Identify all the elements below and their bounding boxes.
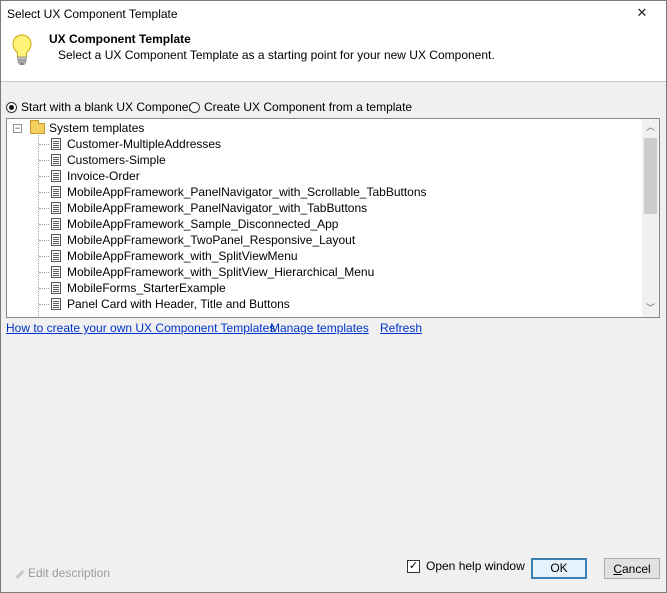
tree-connector — [39, 256, 49, 257]
collapse-icon[interactable]: − — [13, 124, 22, 133]
tree-item[interactable]: MobileAppFramework_Sample_Disconnected_A… — [51, 216, 338, 232]
edit-description-button[interactable]: Edit description — [14, 566, 110, 580]
tree-root-system-templates[interactable]: System templates — [30, 119, 145, 136]
manage-templates-link[interactable]: Manage templates — [270, 321, 369, 335]
tree-connector — [39, 240, 49, 241]
tree-item-label: MobileAppFramework_PanelNavigator_with_T… — [67, 201, 368, 215]
tree-item-label: MobileAppFramework_with_SplitView_Hierar… — [67, 265, 375, 279]
tree-item-label: MobileAppFramework_Sample_Disconnected_A… — [67, 217, 339, 231]
tree-item-label: MobileForms_StarterExample — [67, 281, 226, 295]
template-component-option[interactable]: Create UX Component from a template — [189, 100, 412, 114]
template-file-icon — [51, 170, 61, 182]
template-file-icon — [51, 250, 61, 262]
tree-item[interactable]: MobileAppFramework_PanelNavigator_with_S… — [51, 184, 427, 200]
blank-component-option[interactable]: Start with a blank UX Component — [6, 100, 198, 114]
tree-item-label: Panel Card with Header, Title and Button… — [67, 297, 290, 311]
tree-connector — [39, 160, 49, 161]
open-help-option[interactable]: ✓ Open help window — [407, 559, 525, 573]
tree-connector — [39, 272, 49, 273]
close-button[interactable]: ✕ — [632, 3, 652, 23]
how-to-link[interactable]: How to create your own UX Component Temp… — [6, 321, 275, 335]
template-file-icon — [51, 282, 61, 294]
scroll-up-arrow[interactable]: ︿ — [642, 119, 659, 136]
template-file-icon — [51, 154, 61, 166]
template-file-icon — [51, 266, 61, 278]
tree-item[interactable]: MobileForms_StarterExample — [51, 280, 226, 296]
tree-item[interactable]: MobileAppFramework_PanelNavigator_with_T… — [51, 200, 367, 216]
tree-connector — [39, 288, 49, 289]
tree-item-label: MobileAppFramework_TwoPanel_Responsive_L… — [67, 233, 356, 247]
blank-component-label: Start with a blank UX Component — [21, 100, 199, 114]
tree-connector — [39, 144, 49, 145]
radio-from-template[interactable] — [189, 101, 200, 113]
tree-item-label: Invoice-Order — [67, 169, 140, 183]
tree-item-label: Customers-Simple — [67, 153, 166, 167]
cancel-mnemonic: C — [613, 562, 622, 576]
dialog-window: Select UX Component Template ✕ UX Compon… — [0, 0, 667, 593]
tree-connector — [39, 192, 49, 193]
tree-item[interactable]: Invoice-Order — [51, 168, 140, 184]
tree-connector — [39, 208, 49, 209]
tree-item[interactable]: MobileAppFramework_with_SplitViewMenu — [51, 248, 298, 264]
tree-connector — [39, 176, 49, 177]
pencil-icon — [14, 568, 25, 579]
open-help-checkbox[interactable]: ✓ — [407, 559, 420, 573]
chevron-down-icon: ﹀ — [645, 303, 655, 313]
template-file-icon — [51, 298, 61, 310]
template-file-icon — [51, 186, 61, 198]
ok-button[interactable]: OK — [531, 558, 587, 579]
template-tree[interactable]: − System templates Customer-MultipleAddr… — [6, 118, 660, 318]
tree-item[interactable]: Customer-MultipleAddresses — [51, 136, 221, 152]
tree-item[interactable]: Customers-Simple — [51, 152, 166, 168]
tree-scrollbar[interactable]: ︿ ﹀ — [642, 119, 659, 317]
scroll-down-arrow[interactable]: ﹀ — [642, 300, 659, 317]
tree-item-label: MobileAppFramework_PanelNavigator_with_S… — [67, 185, 427, 199]
template-component-label: Create UX Component from a template — [204, 100, 413, 114]
lightbulb-icon — [12, 34, 32, 65]
header-description: Select a UX Component Template as a star… — [58, 48, 495, 62]
close-icon: ✕ — [636, 5, 648, 20]
edit-description-label: Edit description — [28, 566, 111, 580]
tree-item[interactable]: MobileAppFramework_with_SplitView_Hierar… — [51, 264, 374, 280]
header-panel: UX Component Template Select a UX Compon… — [1, 27, 666, 82]
template-file-icon — [51, 234, 61, 246]
radio-blank[interactable] — [6, 101, 17, 113]
cancel-button[interactable]: Cancel — [604, 558, 660, 579]
refresh-link[interactable]: Refresh — [380, 321, 422, 335]
title-bar: Select UX Component Template ✕ — [1, 1, 666, 27]
window-title: Select UX Component Template — [7, 7, 178, 21]
tree-item-label: MobileAppFramework_with_SplitViewMenu — [67, 249, 298, 263]
scroll-thumb[interactable] — [644, 138, 657, 214]
template-file-icon — [51, 202, 61, 214]
template-file-icon — [51, 138, 61, 150]
open-help-label: Open help window — [426, 559, 525, 573]
tree-connector — [39, 224, 49, 225]
folder-icon — [30, 119, 45, 134]
tree-root-label: System templates — [49, 121, 145, 135]
ok-label: OK — [550, 561, 568, 575]
header-title: UX Component Template — [49, 32, 191, 46]
tree-connector — [39, 304, 49, 305]
template-file-icon — [51, 218, 61, 230]
tree-item[interactable]: MobileAppFramework_TwoPanel_Responsive_L… — [51, 232, 355, 248]
tree-item[interactable]: Panel Card with Header, Title and Button… — [51, 296, 290, 312]
chevron-up-icon: ︿ — [645, 122, 655, 132]
tree-item-label: Customer-MultipleAddresses — [67, 137, 222, 151]
cancel-label: ancel — [621, 562, 651, 576]
